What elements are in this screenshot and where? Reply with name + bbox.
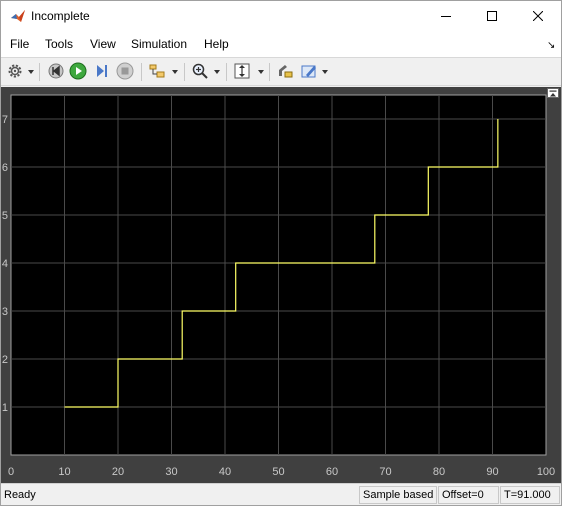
- layout-dropdown-icon[interactable]: [172, 70, 178, 74]
- maximize-icon: [487, 10, 497, 24]
- step-back-button[interactable]: [46, 62, 66, 82]
- undock-icon: [549, 86, 557, 100]
- toolbar-separator: [39, 63, 40, 81]
- y-tick-label: 1: [2, 402, 8, 414]
- run-button[interactable]: [68, 62, 88, 82]
- x-tick-label: 0: [8, 466, 14, 478]
- run-icon: [69, 62, 87, 83]
- minimize-icon: [441, 10, 451, 24]
- scope-plot[interactable]: 0 10 20 30 40 50 60 70 80 90 100 1 2 3 4 5 6 7: [1, 87, 561, 483]
- settings-dropdown-icon[interactable]: [28, 70, 34, 74]
- x-tick-label: 70: [379, 466, 391, 478]
- close-icon: [532, 10, 544, 24]
- zoom-button[interactable]: [190, 62, 210, 82]
- status-ready: Ready: [4, 489, 36, 501]
- highlight-button[interactable]: [299, 62, 319, 82]
- autoscale-dropdown-icon[interactable]: [258, 70, 264, 74]
- close-button[interactable]: [515, 1, 561, 32]
- toolbar-separator: [269, 63, 270, 81]
- menu-help[interactable]: Help: [204, 37, 229, 51]
- minimize-button[interactable]: [423, 1, 469, 32]
- stop-icon: [116, 62, 134, 83]
- x-tick-label: 80: [433, 466, 445, 478]
- menu-view[interactable]: View: [90, 37, 116, 51]
- layout-button[interactable]: [147, 62, 167, 82]
- menu-file[interactable]: File: [10, 37, 29, 51]
- status-time: T=91.000: [500, 486, 560, 504]
- window-title: Incomplete: [31, 9, 90, 23]
- y-tick-label: 3: [2, 306, 8, 318]
- zoom-dropdown-icon[interactable]: [214, 70, 220, 74]
- x-tick-label: 50: [272, 466, 284, 478]
- status-offset: Offset=0: [438, 486, 499, 504]
- toolbar-separator: [226, 63, 227, 81]
- toolbar: [1, 57, 561, 86]
- scope-window: Incomplete File Tools View Simulation He…: [0, 0, 562, 506]
- highlight-icon: [300, 62, 318, 83]
- matlab-simulink-icon: [10, 8, 26, 24]
- y-tick-label: 4: [2, 258, 8, 270]
- step-back-icon: [47, 62, 65, 83]
- autoscale-icon: [233, 62, 251, 83]
- menu-simulation[interactable]: Simulation: [131, 37, 187, 51]
- highlight-dropdown-icon[interactable]: [322, 70, 328, 74]
- title-bar[interactable]: Incomplete: [1, 1, 561, 32]
- y-tick-label: 7: [2, 114, 8, 126]
- zoom-icon: [191, 62, 209, 83]
- maximize-button[interactable]: [469, 1, 515, 32]
- status-mode: Sample based: [359, 486, 437, 504]
- step-forward-icon: [93, 62, 111, 83]
- status-bar: Ready Sample based Offset=0 T=91.000: [1, 483, 561, 505]
- x-tick-label: 10: [58, 466, 70, 478]
- settings-gear-icon: [7, 63, 23, 82]
- x-tick-label: 60: [326, 466, 338, 478]
- autoscale-button[interactable]: [232, 62, 252, 82]
- menu-bar: File Tools View Simulation Help ↘: [1, 32, 561, 57]
- cursor-measure-icon: [276, 62, 294, 83]
- layout-icon: [148, 62, 166, 83]
- x-tick-label: 30: [165, 466, 177, 478]
- stop-button[interactable]: [115, 62, 135, 82]
- dock-arrow-icon[interactable]: ↘: [547, 40, 555, 51]
- y-tick-label: 5: [2, 210, 8, 222]
- x-tick-label: 20: [112, 466, 124, 478]
- x-tick-label: 90: [486, 466, 498, 478]
- y-tick-label: 2: [2, 354, 8, 366]
- x-tick-label: 40: [219, 466, 231, 478]
- x-tick-label: 100: [537, 466, 555, 478]
- cursor-measure-button[interactable]: [275, 62, 295, 82]
- y-tick-label: 6: [2, 162, 8, 174]
- menu-tools[interactable]: Tools: [45, 37, 73, 51]
- toolbar-separator: [141, 63, 142, 81]
- step-forward-button[interactable]: [92, 62, 112, 82]
- settings-button[interactable]: [5, 62, 25, 82]
- toolbar-separator: [184, 63, 185, 81]
- undock-button[interactable]: [547, 88, 559, 98]
